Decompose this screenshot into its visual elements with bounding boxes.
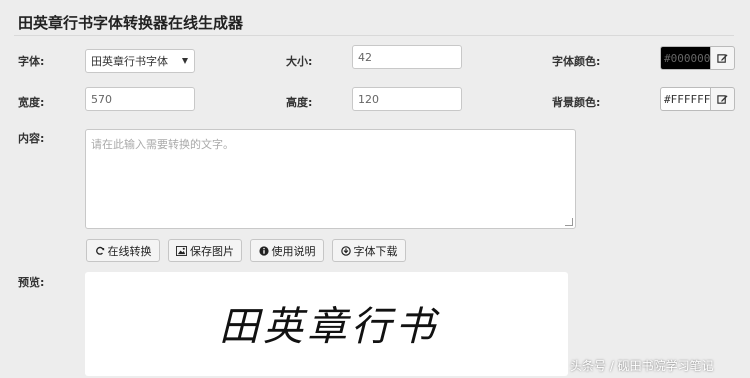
preview-rendered-text: 田英章行书 bbox=[219, 304, 439, 350]
bg-color-label: 背景颜色: bbox=[552, 96, 601, 109]
font-color-label: 字体颜色: bbox=[552, 55, 601, 68]
height-input[interactable]: 120 bbox=[352, 87, 462, 111]
content-label: 内容: bbox=[18, 132, 45, 145]
info-icon bbox=[258, 245, 269, 256]
refresh-icon bbox=[95, 246, 104, 255]
title-divider bbox=[14, 35, 734, 36]
font-color-input[interactable]: #000000 bbox=[660, 46, 711, 70]
width-input[interactable]: 570 bbox=[85, 87, 195, 111]
caret-down-icon bbox=[182, 58, 188, 64]
font-select[interactable]: 田英章行书字体 bbox=[85, 49, 195, 73]
font-download-button-label: 字体下载 bbox=[353, 244, 398, 258]
size-input[interactable]: 42 bbox=[352, 45, 462, 69]
save-image-button[interactable]: 保存图片 bbox=[168, 239, 242, 262]
preview-area: 田英章行书 bbox=[85, 272, 568, 376]
height-label: 高度: bbox=[286, 96, 313, 109]
font-label: 字体: bbox=[18, 55, 45, 68]
convert-button-label: 在线转换 bbox=[107, 244, 152, 258]
font-select-value: 田英章行书字体 bbox=[91, 55, 168, 68]
size-label: 大小: bbox=[286, 55, 313, 68]
edit-icon bbox=[717, 94, 728, 104]
watermark: 头条号 / 砚田书院学习笔记 bbox=[570, 359, 714, 373]
save-image-button-label: 保存图片 bbox=[190, 244, 234, 258]
font-download-button[interactable]: 字体下载 bbox=[332, 239, 406, 262]
resize-handle[interactable] bbox=[565, 218, 573, 226]
help-button-label: 使用说明 bbox=[271, 244, 316, 258]
bg-color-input[interactable]: #FFFFFF bbox=[660, 87, 711, 111]
content-textarea[interactable]: 请在此输入需要转换的文字。 bbox=[85, 129, 576, 229]
page-title: 田英章行书字体转换器在线生成器 bbox=[18, 14, 244, 32]
font-color-picker-button[interactable] bbox=[711, 46, 735, 70]
width-label: 宽度: bbox=[18, 96, 45, 109]
bg-color-picker-button[interactable] bbox=[711, 87, 735, 111]
content-placeholder: 请在此输入需要转换的文字。 bbox=[91, 138, 234, 151]
convert-button[interactable]: 在线转换 bbox=[86, 239, 160, 262]
help-button[interactable]: 使用说明 bbox=[250, 239, 324, 262]
image-icon bbox=[176, 245, 187, 256]
preview-label: 预览: bbox=[18, 276, 45, 289]
edit-icon bbox=[717, 53, 728, 63]
download-icon bbox=[340, 245, 351, 256]
